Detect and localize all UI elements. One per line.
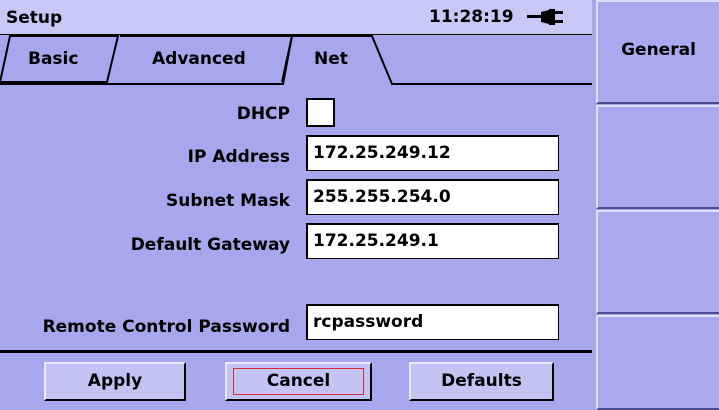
apply-button[interactable]: Apply: [44, 362, 186, 401]
ip-address-label: IP Address: [187, 147, 290, 167]
softkey-3[interactable]: [596, 210, 719, 314]
tab-advanced[interactable]: Advanced: [152, 49, 246, 69]
default-gateway-label: Default Gateway: [130, 235, 290, 255]
softkey-column: General: [592, 0, 719, 410]
clock: 11:28:19: [429, 7, 514, 27]
tab-basic[interactable]: Basic: [28, 49, 78, 69]
net-settings-panel: DHCP IP Address 172.25.249.12 Subnet Mas…: [0, 84, 592, 354]
defaults-button[interactable]: Defaults: [409, 362, 554, 401]
tab-net[interactable]: Net: [314, 49, 348, 69]
ip-address-field[interactable]: 172.25.249.12: [306, 135, 559, 171]
softkey-general-label: General: [621, 40, 696, 60]
cancel-button[interactable]: Cancel: [225, 362, 372, 401]
plug-icon: [527, 9, 563, 25]
softkey-4[interactable]: [596, 315, 719, 410]
subnet-mask-label: Subnet Mask: [165, 191, 290, 211]
remote-password-label: Remote Control Password: [42, 317, 290, 337]
dhcp-label: DHCP: [236, 104, 290, 124]
softkey-2[interactable]: [596, 105, 719, 209]
tab-outlines: [0, 35, 592, 85]
panel-divider: [0, 350, 592, 353]
subnet-mask-field[interactable]: 255.255.254.0: [306, 179, 559, 215]
softkey-general[interactable]: General: [596, 0, 719, 104]
default-gateway-field[interactable]: 172.25.249.1: [306, 223, 559, 259]
remote-password-field[interactable]: rcpassword: [306, 304, 559, 340]
dhcp-checkbox[interactable]: [306, 98, 335, 127]
tab-strip: Basic Advanced Net: [0, 35, 592, 85]
title-bar: Setup 11:28:19: [0, 0, 594, 35]
window-title: Setup: [6, 8, 63, 28]
